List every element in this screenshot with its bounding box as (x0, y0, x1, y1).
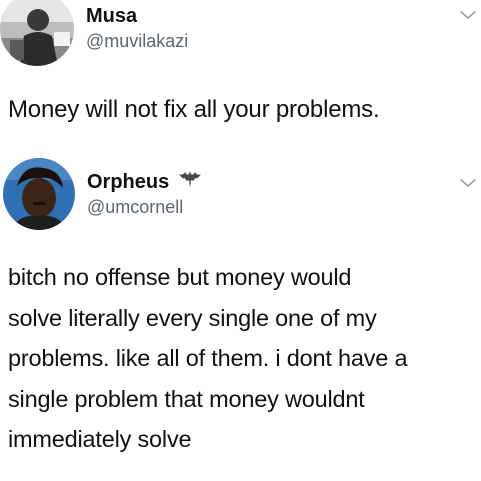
user-handle[interactable]: @muvilakazi (86, 30, 188, 52)
user-handle[interactable]: @umcornell (87, 196, 183, 218)
display-name[interactable]: Musa (86, 4, 137, 28)
tweet: Musa @muvilakazi Money will not fix all … (0, 0, 481, 150)
bat-icon (177, 168, 203, 192)
tweet-text-line: bitch no offense but money would (8, 264, 352, 290)
tweet-text-line: single problem that money wouldnt (8, 385, 365, 412)
chevron-down-icon[interactable] (459, 8, 477, 20)
tweet-text: bitch no offense but money would solve l… (8, 257, 471, 460)
avatar[interactable] (0, 0, 74, 66)
chevron-down-icon[interactable] (459, 176, 477, 188)
tweet-text-line: immediately solve (8, 426, 192, 452)
tweet-text-line: solve literally every single one of my (8, 304, 377, 331)
avatar[interactable] (3, 158, 75, 230)
tweet: Orpheus @umcornell bitch no offense but … (0, 152, 481, 481)
tweet-text-line: problems. like all of them. i dont have … (8, 345, 408, 371)
display-name[interactable]: Orpheus (87, 170, 169, 194)
tweet-text: Money will not fix all your problems. (8, 96, 380, 123)
